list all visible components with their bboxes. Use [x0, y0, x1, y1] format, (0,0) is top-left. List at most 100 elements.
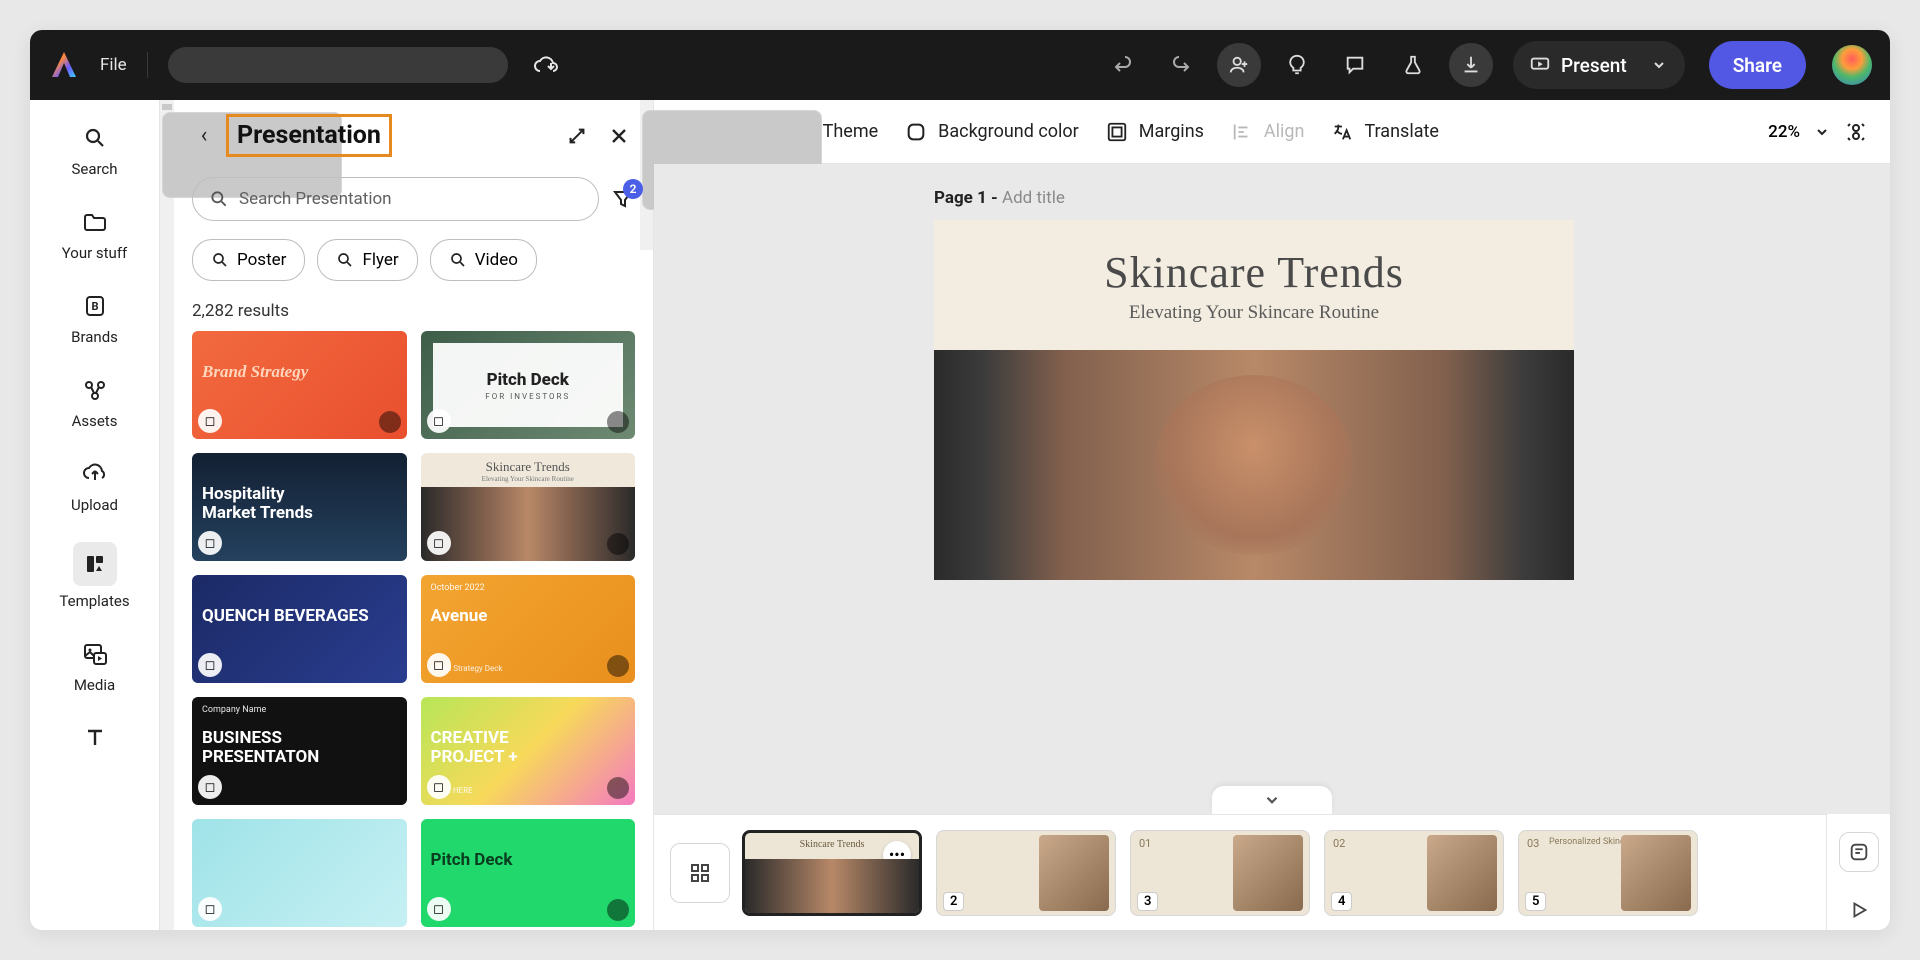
- back-button[interactable]: ‹: [192, 123, 216, 148]
- download-button[interactable]: [1449, 43, 1493, 87]
- present-button[interactable]: Present: [1513, 41, 1685, 89]
- template-card[interactable]: Skincare TrendsElevating Your Skincare R…: [421, 453, 636, 561]
- multi-page-icon: ◻: [198, 531, 222, 555]
- text-icon: [79, 722, 111, 754]
- topbar-search[interactable]: [168, 47, 508, 83]
- slide-thumb[interactable]: 2: [936, 830, 1116, 916]
- translate-icon: [1330, 120, 1354, 144]
- multi-page-icon: ◻: [198, 409, 222, 433]
- topbar: File Present Share: [30, 30, 1890, 100]
- rail-text[interactable]: [45, 712, 145, 754]
- margins-icon: [1105, 120, 1129, 144]
- template-card[interactable]: Brand Strategy◻: [192, 331, 407, 439]
- upload-icon: [79, 458, 111, 490]
- search-placeholder: Search Presentation: [239, 189, 392, 209]
- beaker-icon[interactable]: [1391, 43, 1435, 87]
- tips-icon[interactable]: [1275, 43, 1319, 87]
- folder-icon: [79, 206, 111, 238]
- slide-thumb[interactable]: 402: [1324, 830, 1504, 916]
- slide-preview[interactable]: Skincare Trends Elevating Your Skincare …: [934, 220, 1574, 580]
- thumbs-collapse-tab[interactable]: [1212, 786, 1332, 814]
- svg-text:B: B: [91, 300, 98, 313]
- rail-brands[interactable]: B Brands: [45, 280, 145, 360]
- template-card[interactable]: October 2022AvenueBrand Strategy Deck◻: [421, 575, 636, 683]
- chip-poster[interactable]: Poster: [192, 239, 305, 281]
- align-icon: [1230, 120, 1254, 144]
- thumb-number: 4: [1331, 892, 1352, 911]
- canvas-stage[interactable]: Page 1 - Add title Skincare Trends Eleva…: [654, 164, 1890, 814]
- template-card[interactable]: ◻: [192, 819, 407, 927]
- expand-panel-icon[interactable]: [561, 120, 593, 152]
- slide-thumb[interactable]: 301: [1130, 830, 1310, 916]
- thumb-number: 2: [943, 892, 964, 911]
- panel-title: Presentation: [226, 114, 392, 157]
- slide-title: Skincare Trends: [1104, 247, 1404, 298]
- app-logo[interactable]: [48, 49, 80, 81]
- slide-image: [934, 350, 1574, 580]
- filter-badge: 2: [623, 179, 643, 199]
- chip-flyer[interactable]: Flyer: [317, 239, 417, 281]
- panel-scrollbar[interactable]: [640, 100, 653, 250]
- thumb-number: 5: [1525, 892, 1546, 911]
- slide-subtitle: Elevating Your Skincare Routine: [1129, 302, 1379, 324]
- template-card[interactable]: Pitch DeckFOR INVESTORS◻: [421, 331, 636, 439]
- rail-media[interactable]: Media: [45, 628, 145, 708]
- template-card[interactable]: CREATIVE PROJECT +TITLE HERE◻: [421, 697, 636, 805]
- redo-button[interactable]: [1159, 43, 1203, 87]
- rail-scrollbar[interactable]: [160, 100, 174, 930]
- thumb-number: 3: [1137, 892, 1158, 911]
- slide-thumb[interactable]: 503Personalized Skincare: [1518, 830, 1698, 916]
- slides-thumbnail-row: 1•••Skincare Trends 2 301402503Personalize…: [654, 814, 1826, 930]
- grid-view-button[interactable]: [670, 843, 730, 903]
- panel-header: ‹ Presentation: [174, 100, 653, 167]
- zoom-caret[interactable]: [1814, 124, 1830, 140]
- rail-templates[interactable]: Templates: [45, 532, 145, 624]
- template-card[interactable]: Company NameBUSINESS PRESENTATON◻: [192, 697, 407, 805]
- multi-page-icon: ◻: [198, 897, 222, 921]
- notes-button[interactable]: [1839, 832, 1879, 872]
- file-menu[interactable]: File: [100, 55, 127, 75]
- template-card[interactable]: Hospitality Market Trends◻: [192, 453, 407, 561]
- present-icon: [1529, 54, 1551, 76]
- premium-icon: [607, 533, 629, 555]
- slide-thumb[interactable]: 1•••Skincare Trends: [742, 830, 922, 916]
- app-window: File Present Share Search: [30, 30, 1890, 930]
- template-card[interactable]: QUENCH BEVERAGES◻: [192, 575, 407, 683]
- premium-icon: [607, 411, 629, 433]
- chip-row: Poster Flyer Video: [174, 227, 653, 287]
- present-caret[interactable]: [1637, 43, 1681, 87]
- premium-icon: [607, 899, 629, 921]
- play-button[interactable]: [1839, 890, 1879, 930]
- assets-icon: [79, 374, 111, 406]
- tool-translate[interactable]: Translate: [1330, 120, 1438, 144]
- rail-search[interactable]: Search: [45, 112, 145, 192]
- chip-video[interactable]: Video: [430, 239, 537, 281]
- panel-search-input[interactable]: Search Presentation: [192, 177, 599, 221]
- template-card[interactable]: Pitch Deck◻: [421, 819, 636, 927]
- multi-page-icon: ◻: [427, 775, 451, 799]
- invite-people-button[interactable]: [1217, 43, 1261, 87]
- comment-icon[interactable]: [1333, 43, 1377, 87]
- template-grid: Brand Strategy◻Pitch DeckFOR INVESTORS◻H…: [174, 331, 653, 930]
- cloud-sync-icon[interactable]: [532, 54, 558, 76]
- tool-margins[interactable]: Margins: [1105, 120, 1204, 144]
- premium-icon: [607, 655, 629, 677]
- user-avatar[interactable]: [1832, 45, 1872, 85]
- tool-align: Align: [1230, 120, 1305, 144]
- filter-button[interactable]: 2: [611, 187, 635, 211]
- rail-upload[interactable]: Upload: [45, 448, 145, 528]
- page-label[interactable]: Page 1 - Add title: [934, 188, 1065, 208]
- multi-page-icon: ◻: [198, 775, 222, 799]
- close-panel-icon[interactable]: [603, 120, 635, 152]
- tool-background-color[interactable]: Background color: [904, 120, 1079, 144]
- undo-button[interactable]: [1101, 43, 1145, 87]
- templates-icon: [73, 542, 117, 586]
- rail-assets[interactable]: Assets: [45, 364, 145, 444]
- rail-your-stuff[interactable]: Your stuff: [45, 196, 145, 276]
- multi-page-icon: ◻: [427, 897, 451, 921]
- zoom-value[interactable]: 22%: [1768, 122, 1800, 142]
- divider: [147, 52, 148, 78]
- share-button[interactable]: Share: [1709, 41, 1806, 89]
- results-count: 2,282 results: [174, 287, 653, 331]
- fit-icon[interactable]: [1844, 120, 1868, 144]
